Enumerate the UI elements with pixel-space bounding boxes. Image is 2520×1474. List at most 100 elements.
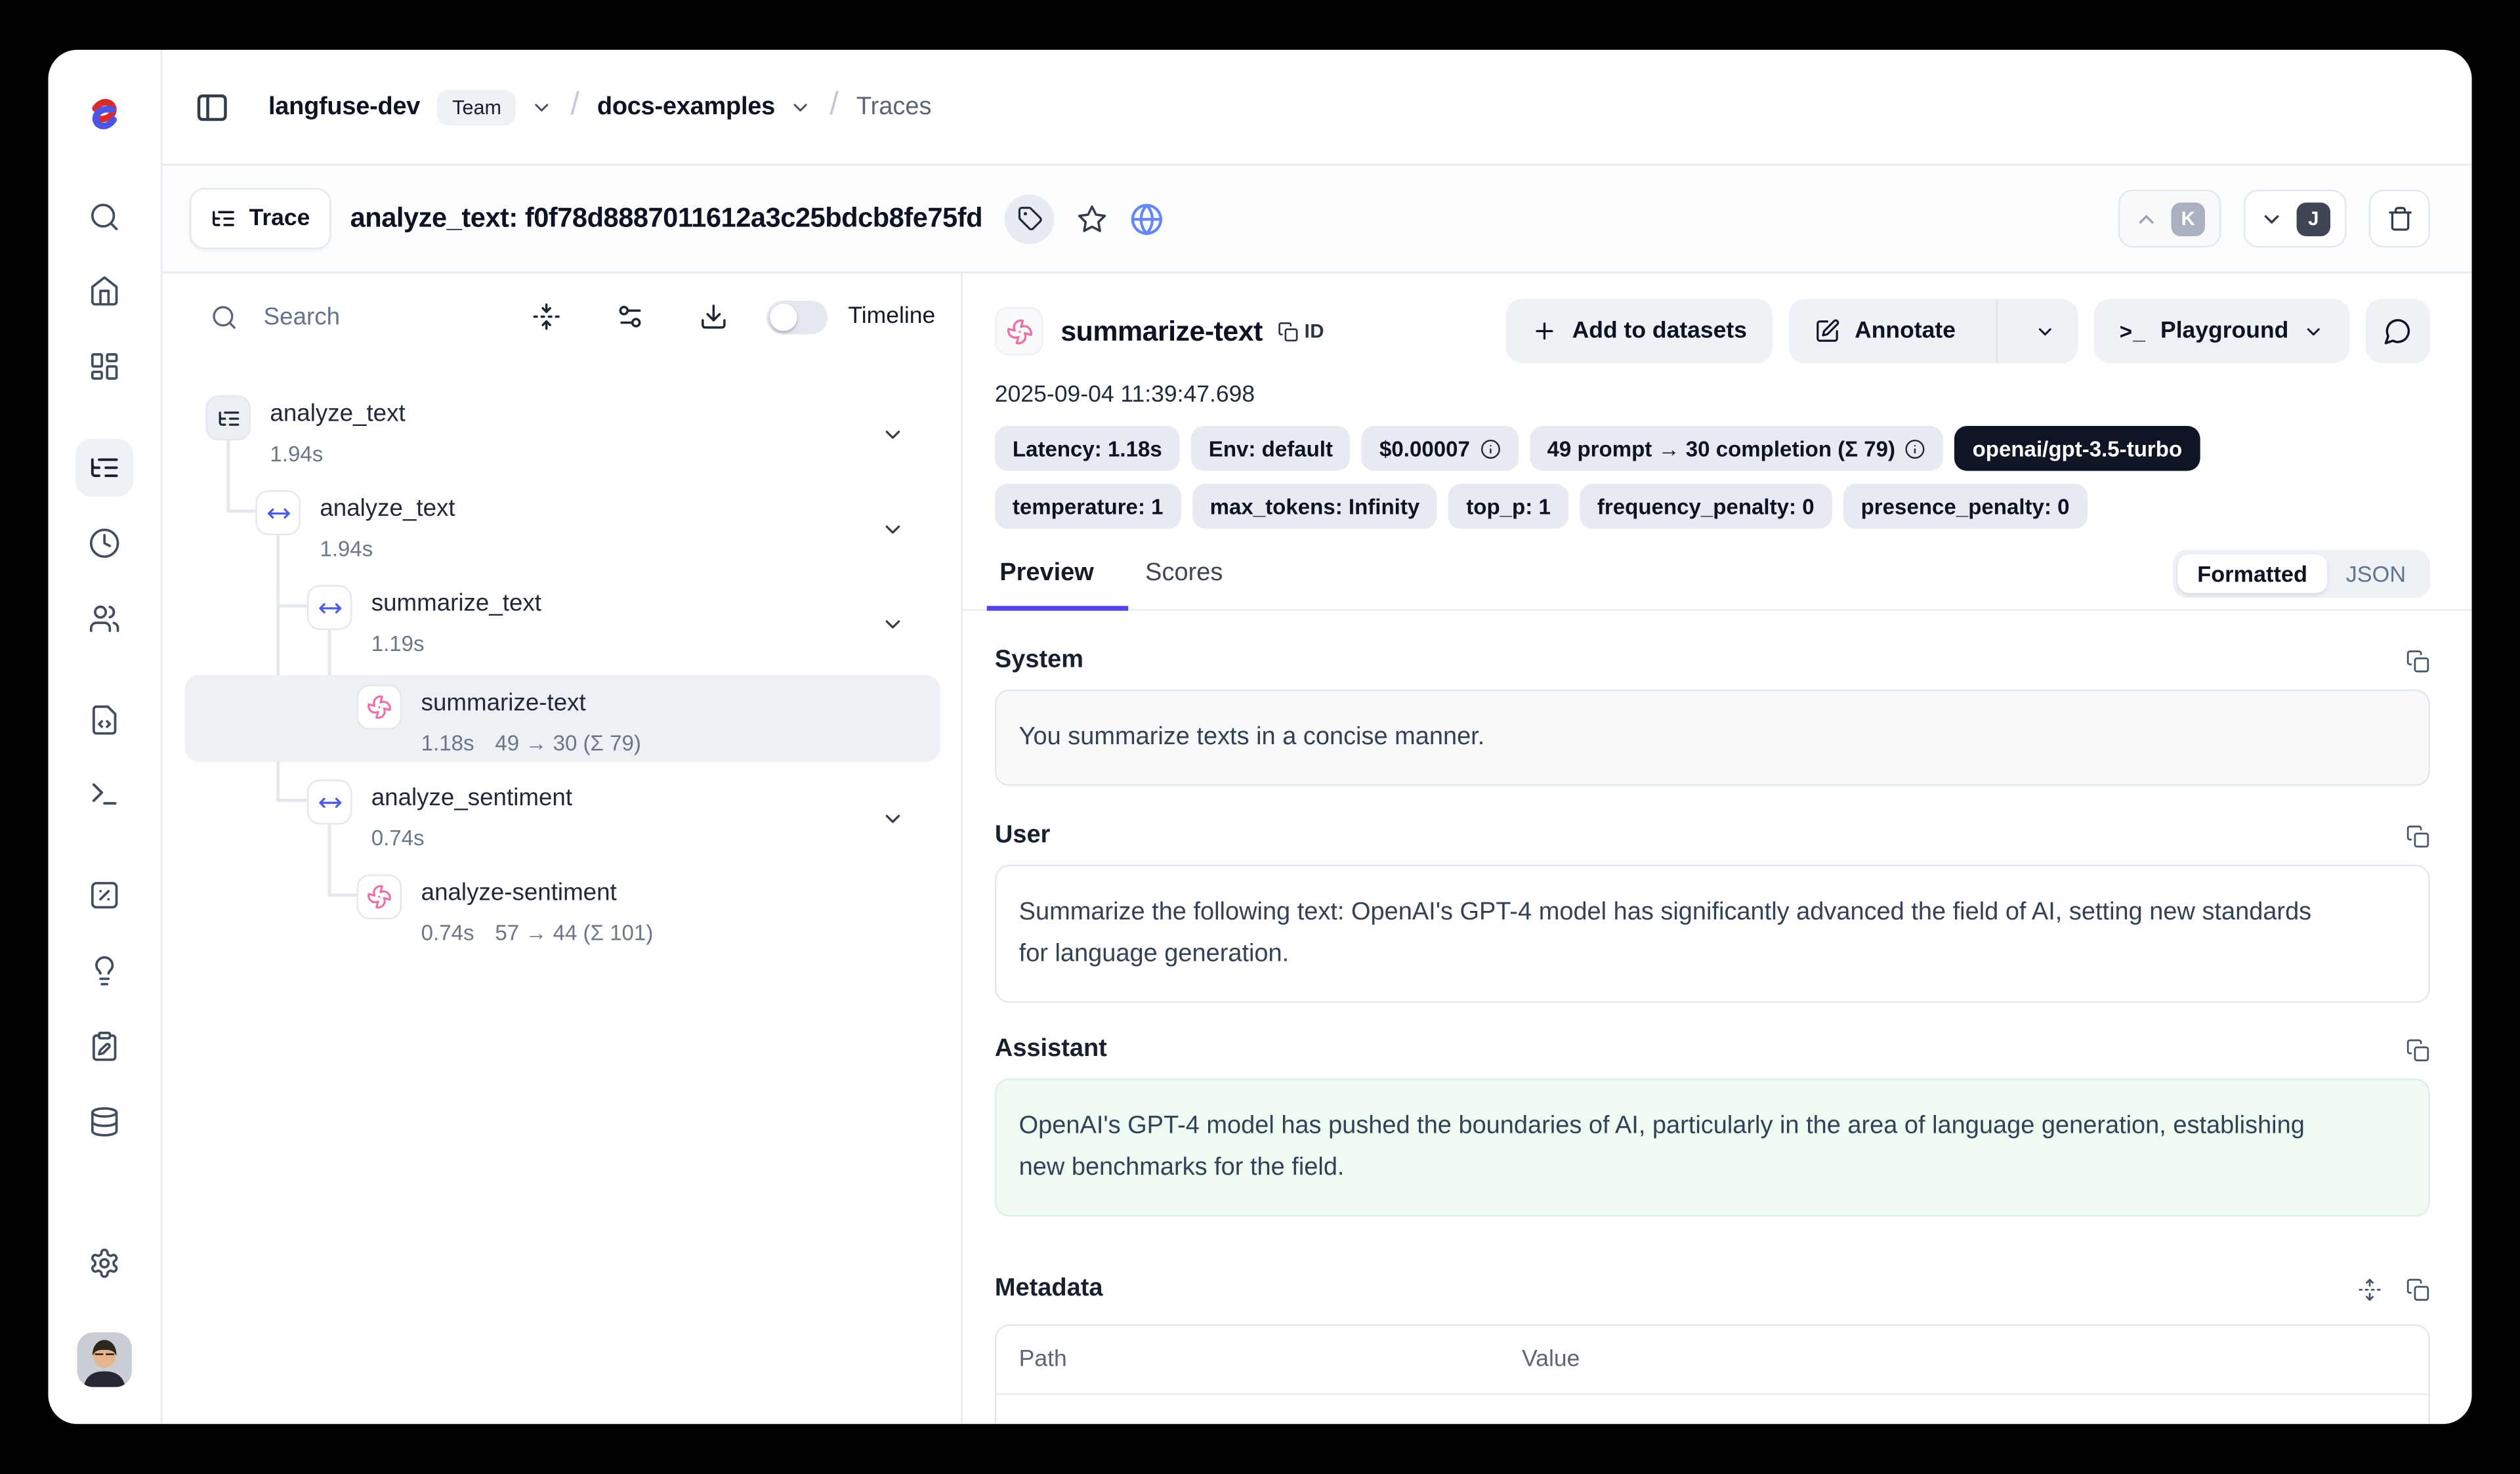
breadcrumb-project[interactable]: docs-examples (597, 93, 775, 121)
user-message-box: Summarize the following text: OpenAI's G… (995, 865, 2430, 1003)
section-heading: Assistant (995, 1035, 1107, 1064)
trace-tree-icon (205, 395, 251, 440)
presence-penalty-badge: presence_penalty: 0 (1843, 484, 2088, 529)
format-formatted-option[interactable]: Formatted (2178, 555, 2326, 593)
tree-node-trace[interactable]: analyze_text 1.94s (205, 395, 405, 466)
trace-tree: analyze_text 1.94s analyze_text 1.94s (162, 360, 961, 1424)
download-button[interactable] (699, 302, 728, 331)
chevron-down-icon (2034, 321, 2055, 342)
star-icon (1078, 203, 1108, 234)
collapse-node-button[interactable] (881, 612, 905, 637)
playground-button[interactable]: >_ Playground (2094, 299, 2350, 364)
tags-button[interactable] (1005, 194, 1055, 243)
sidebar-item-home[interactable] (75, 262, 133, 320)
breadcrumb-organization[interactable]: langfuse-dev (268, 93, 420, 121)
trace-type-badge: Trace (190, 188, 331, 249)
tree-settings-button[interactable] (615, 302, 644, 331)
breadcrumb-page[interactable]: Traces (856, 93, 932, 121)
generation-fan-icon (357, 874, 402, 919)
tree-connector (226, 509, 255, 512)
annotate-menu-button[interactable] (2012, 299, 2078, 364)
sidebar-item-tracing[interactable] (75, 439, 133, 497)
sidebar-item-prompts[interactable] (75, 691, 133, 749)
sidebar-item-settings[interactable] (75, 1234, 133, 1292)
plus-icon (1532, 318, 1557, 344)
tree-search-input[interactable] (261, 301, 492, 332)
cost-badge[interactable]: $0.00007 (1362, 426, 1518, 471)
unfold-vertical-icon[interactable] (2358, 1277, 2382, 1301)
tree-connector (276, 799, 307, 801)
user-avatar[interactable] (77, 1332, 132, 1387)
fold-vertical-icon (532, 302, 560, 331)
tree-node-duration: 0.74s (371, 826, 425, 851)
next-trace-button[interactable]: J (2244, 190, 2347, 247)
database-icon (89, 1106, 121, 1138)
collapse-node-button[interactable] (881, 423, 905, 447)
tree-node-generation-selected[interactable]: summarize-text 1.18s49 → 30 (Σ 79) (357, 684, 641, 755)
chevron-down-icon[interactable] (789, 96, 812, 118)
copy-icon[interactable] (2406, 1277, 2430, 1301)
add-to-datasets-button[interactable]: Add to datasets (1506, 299, 1773, 364)
toggle-knob (769, 303, 797, 331)
tree-node-duration: 1.19s (371, 631, 425, 656)
search-icon (211, 303, 238, 331)
sidebar-item-evaluation[interactable] (75, 866, 133, 924)
copy-icon[interactable] (2406, 648, 2430, 673)
content-area: Timeline (162, 273, 2471, 1423)
user-section-header: User (995, 821, 2430, 850)
assistant-message-box: OpenAI's GPT-4 model has pushed the boun… (995, 1078, 2430, 1217)
metadata-column-value: Value (1522, 1347, 2406, 1372)
tab-preview[interactable]: Preview (995, 550, 1099, 610)
chat-bubble-icon (2384, 316, 2412, 345)
sidebar-item-search[interactable] (75, 188, 133, 246)
sidebar-item-datasets[interactable] (75, 1093, 133, 1150)
sidebar-item-insights[interactable] (75, 942, 133, 1000)
detail-tabs: Preview Scores Formatted JSON (963, 550, 2472, 611)
sidebar-item-dashboards[interactable] (75, 337, 133, 395)
collapse-node-button[interactable] (881, 518, 905, 542)
previous-trace-button[interactable]: K (2118, 190, 2221, 247)
metadata-table: Path Value (995, 1324, 2430, 1424)
model-param-badges: temperature: 1 max_tokens: Infinity top_… (995, 484, 2430, 529)
sidebar-item-users[interactable] (75, 590, 133, 648)
tree-node-generation[interactable]: analyze-sentiment 0.74s57 → 44 (Σ 101) (357, 874, 654, 945)
tree-node-span[interactable]: summarize_text 1.19s (307, 585, 541, 656)
comments-button[interactable] (2366, 299, 2430, 364)
chevron-down-icon (2303, 321, 2324, 342)
tokens-badge[interactable]: 49 prompt → 30 completion (Σ 79) (1530, 426, 1944, 471)
tree-node-span[interactable]: analyze_sentiment 0.74s (307, 780, 572, 851)
collapse-all-button[interactable] (532, 302, 560, 331)
sidebar-toggle-button[interactable] (194, 89, 230, 125)
tab-scores[interactable]: Scores (1141, 550, 1228, 610)
copy-icon[interactable] (2406, 1038, 2430, 1062)
metadata-column-path: Path (1019, 1347, 1522, 1372)
sidebar-item-annotation[interactable] (75, 1017, 133, 1075)
main-area: langfuse-dev Team / docs-examples / Trac… (162, 50, 2471, 1424)
collapse-node-button[interactable] (881, 807, 905, 831)
delete-trace-button[interactable] (2369, 190, 2430, 247)
copy-icon[interactable] (2406, 824, 2430, 848)
playground-label: Playground (2160, 318, 2288, 344)
tag-icon (1017, 205, 1043, 231)
assistant-message-text: OpenAI's GPT-4 model has pushed the boun… (1019, 1106, 2313, 1189)
dashboard-icon (89, 350, 121, 383)
tree-node-span[interactable]: analyze_text 1.94s (255, 490, 455, 561)
annotate-button[interactable]: Annotate (1789, 299, 1981, 364)
tree-node-tokens: 57 → 44 (Σ 101) (495, 921, 653, 945)
chevron-up-icon (2134, 207, 2158, 231)
sidebar-item-sessions[interactable] (75, 515, 133, 572)
public-share-button[interactable] (1130, 201, 1164, 235)
trash-icon (2386, 205, 2414, 232)
bookmark-star-button[interactable] (1078, 203, 1108, 234)
chevron-down-icon[interactable] (530, 96, 553, 118)
terminal-glyph: >_ (2120, 319, 2146, 343)
tree-node-label: summarize-text (421, 684, 641, 723)
timeline-toggle[interactable] (766, 300, 828, 333)
copy-id-button[interactable]: ID (1277, 320, 1324, 342)
metadata-section-header: Metadata (995, 1274, 2430, 1303)
breadcrumb-divider: / (830, 87, 839, 123)
format-json-option[interactable]: JSON (2326, 555, 2425, 593)
format-toggle: Formatted JSON (2174, 550, 2430, 598)
model-badge[interactable]: openai/gpt-3.5-turbo (1955, 426, 2200, 471)
sidebar-item-playground[interactable] (75, 765, 133, 823)
